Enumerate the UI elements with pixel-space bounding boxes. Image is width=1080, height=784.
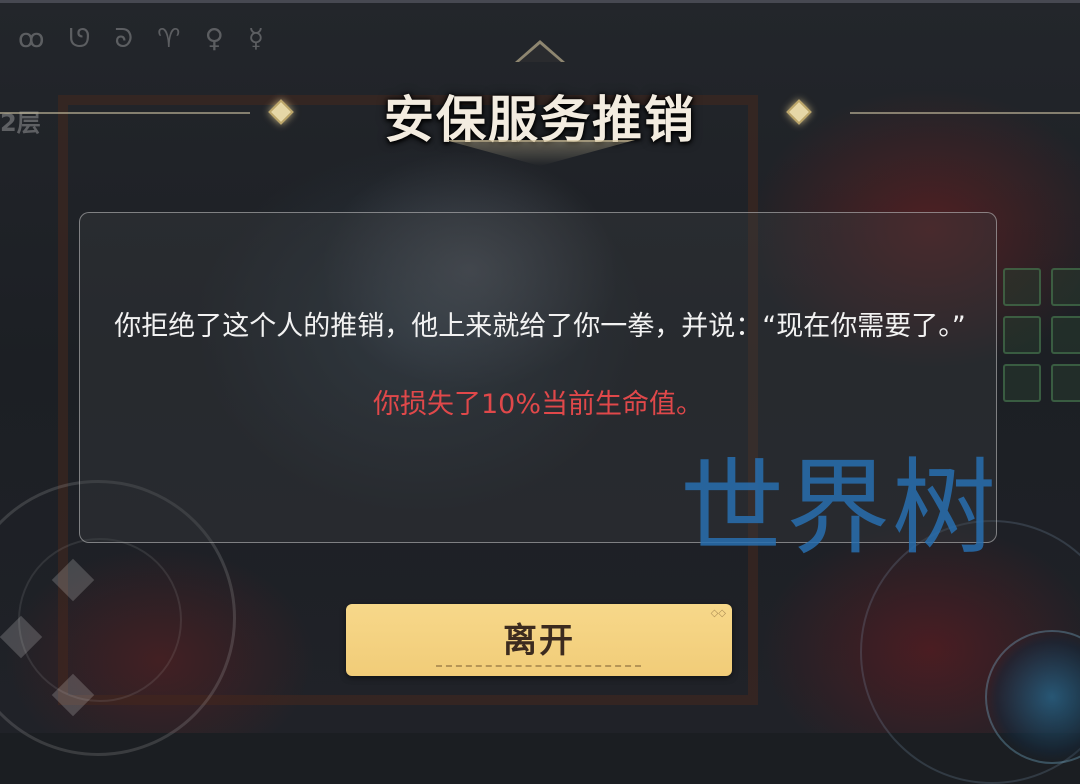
event-title-banner: 安保服务推销 bbox=[0, 40, 1080, 170]
leave-button-underline bbox=[436, 665, 641, 667]
leave-button[interactable]: 离开 ◇◇ bbox=[346, 604, 732, 676]
event-message: 你拒绝了这个人的推销，他上来就给了你一拳，并说：“现在你需要了。” bbox=[114, 311, 966, 342]
leave-button-label: 离开 bbox=[503, 620, 575, 661]
inventory-slot[interactable] bbox=[1003, 316, 1041, 354]
event-penalty: 你损失了10%当前生命值。 bbox=[372, 389, 703, 420]
inventory-slot[interactable] bbox=[1051, 316, 1080, 354]
inventory-slot[interactable] bbox=[1003, 268, 1041, 306]
button-corner-ornament-icon: ◇◇ bbox=[710, 608, 726, 619]
title-bottom-ornament-icon bbox=[445, 140, 635, 166]
inventory-slot[interactable] bbox=[1003, 364, 1041, 402]
inventory-slot[interactable] bbox=[1051, 268, 1080, 306]
top-edge bbox=[0, 0, 1080, 3]
watermark: 世界树 bbox=[680, 447, 999, 569]
inventory-slot[interactable] bbox=[1051, 364, 1080, 402]
title-top-ornament-icon bbox=[515, 40, 565, 62]
